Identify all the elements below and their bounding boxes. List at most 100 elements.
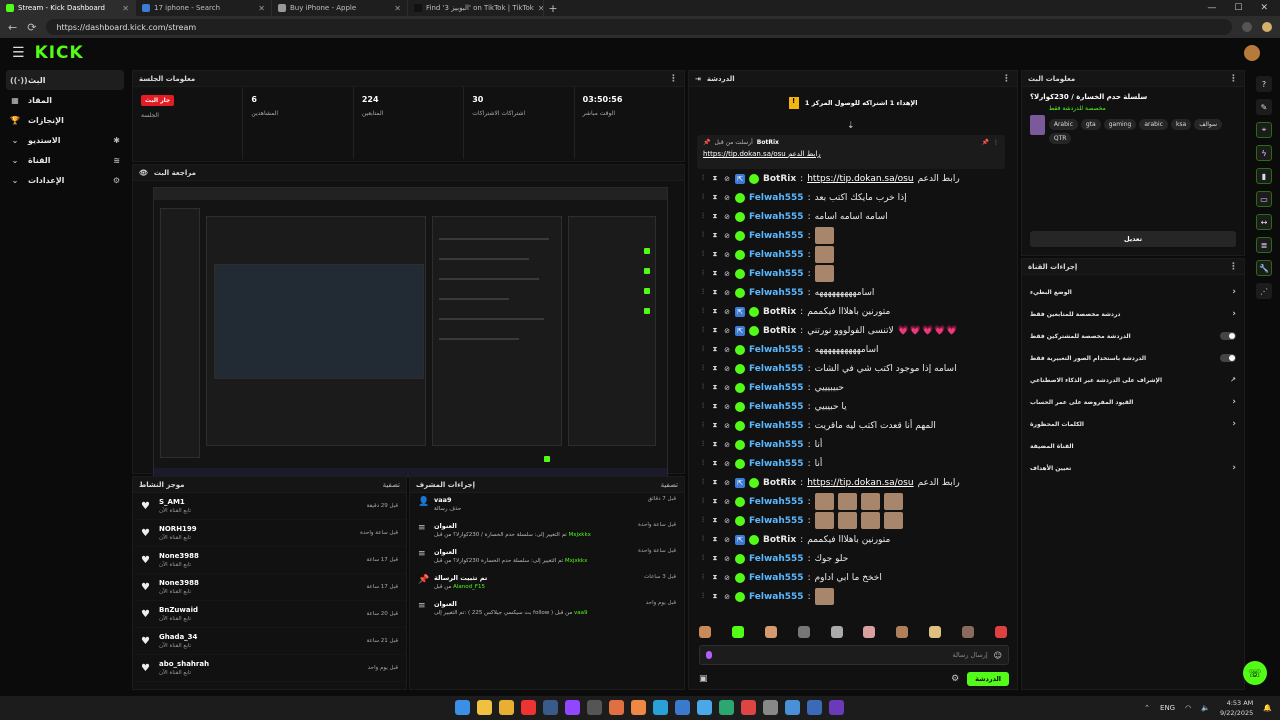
chat-message[interactable]: ⫶ ⧗ ⊘ Felwah555: حبيبيييي bbox=[689, 378, 1017, 397]
support-chat-button[interactable]: ☏ bbox=[1243, 661, 1267, 685]
channel-setting-row[interactable]: تعيين الأهداف › bbox=[1022, 457, 1244, 479]
app-icon[interactable] bbox=[719, 700, 734, 715]
twitch-icon[interactable] bbox=[565, 700, 580, 715]
emote-icon[interactable] bbox=[962, 626, 974, 638]
chat-options-icon[interactable]: ⋮ bbox=[1002, 74, 1011, 84]
chat-link[interactable]: https://tip.dokan.sa/osu bbox=[807, 478, 913, 488]
nav-item[interactable]: ⌄ الإعدادات ⚙ bbox=[0, 170, 130, 190]
timeout-icon[interactable]: ⧗ bbox=[711, 326, 719, 335]
activity-username[interactable]: S_AM1 bbox=[159, 498, 191, 506]
pencil-icon[interactable]: ✎ bbox=[1256, 99, 1272, 115]
raid-icon[interactable]: ↔ bbox=[1256, 214, 1272, 230]
kick-logo[interactable]: KICK bbox=[35, 43, 84, 63]
ban-icon[interactable]: ⊘ bbox=[723, 574, 731, 582]
app-icon[interactable] bbox=[741, 700, 756, 715]
activity-username[interactable]: abo_shahrah bbox=[159, 660, 209, 668]
chat-message[interactable]: ⫶ ⧗ ⊘ ⇱ BotRix: متورنين باهلااا فيكممم bbox=[689, 530, 1017, 549]
timeout-icon[interactable]: ⧗ bbox=[711, 231, 719, 240]
nav-item[interactable]: 🏆 الإنجازات bbox=[0, 110, 130, 130]
mod-pin-icon[interactable]: ⫶ bbox=[699, 193, 707, 202]
emote-icon[interactable] bbox=[994, 626, 1007, 638]
timeout-icon[interactable]: ⧗ bbox=[711, 250, 719, 259]
pinned-link[interactable]: https://tip.dokan.sa/osu bbox=[703, 150, 786, 158]
ban-icon[interactable]: ⊘ bbox=[723, 593, 731, 601]
chat-message[interactable]: ⫶ ⧗ ⊘ ⇱ BotRix: لاتنسى الفولووو نورتني 💗💗💗💗💗 bbox=[689, 321, 1017, 340]
microphone-icon[interactable] bbox=[706, 651, 712, 659]
user-avatar[interactable] bbox=[1244, 45, 1260, 61]
timeout-icon[interactable]: ⧗ bbox=[711, 269, 719, 278]
timeout-icon[interactable]: ⧗ bbox=[711, 440, 719, 449]
unpin-icon[interactable]: 📌 bbox=[982, 139, 989, 146]
stream-tag[interactable]: arabic bbox=[1139, 119, 1168, 130]
ban-icon[interactable]: ⊘ bbox=[723, 346, 731, 354]
timeout-icon[interactable]: ⧗ bbox=[711, 573, 719, 582]
chat-message[interactable]: ⫶ ⧗ ⊘ Felwah555: اسامههههههههههه bbox=[689, 340, 1017, 359]
mod-pin-icon[interactable]: ⫶ bbox=[699, 231, 707, 240]
collapse-icon[interactable]: ⇥ bbox=[695, 75, 701, 83]
app-icon[interactable] bbox=[807, 700, 822, 715]
app-icon[interactable] bbox=[675, 700, 690, 715]
mod-pin-icon[interactable]: ⫶ bbox=[699, 440, 707, 449]
ban-icon[interactable]: ⊘ bbox=[723, 213, 731, 221]
channel-setting-row[interactable]: الدردشة مخصصة للمشتركين فقط bbox=[1022, 325, 1244, 347]
chat-link[interactable]: https://tip.dokan.sa/osu bbox=[807, 174, 913, 184]
new-tab-button[interactable]: + bbox=[544, 2, 562, 15]
chevron-right-icon[interactable]: › bbox=[1232, 287, 1236, 297]
minimize-icon[interactable]: — bbox=[1207, 3, 1216, 13]
activity-username[interactable]: BnZuwaid bbox=[159, 606, 198, 614]
timeout-icon[interactable]: ⧗ bbox=[711, 193, 719, 202]
timeout-icon[interactable]: ⧗ bbox=[711, 212, 719, 221]
timeout-icon[interactable]: ⧗ bbox=[711, 383, 719, 392]
tab-close-icon[interactable]: ✕ bbox=[122, 4, 129, 13]
ban-icon[interactable]: ⊘ bbox=[723, 327, 731, 335]
stream-tag[interactable]: QTR bbox=[1048, 133, 1072, 144]
browser-tab[interactable]: Find 'البوبيز 3' on TikTok | TikTok ✕ bbox=[408, 0, 544, 16]
mod-action-user[interactable]: Mxjxkkx bbox=[569, 532, 591, 538]
edit-stream-info-button[interactable]: تعديل bbox=[1030, 231, 1236, 247]
chat-message[interactable]: ⫶ ⧗ ⊘ Felwah555: المهم أنا قعدت اكتب ليه ماق… bbox=[689, 416, 1017, 435]
chat-username[interactable]: Felwah555 bbox=[749, 212, 804, 222]
mod-pin-icon[interactable]: ⫶ bbox=[699, 554, 707, 563]
chat-username[interactable]: Felwah555 bbox=[749, 554, 804, 564]
clock[interactable]: 4:53 AM 9/22/2025 bbox=[1220, 698, 1253, 718]
chat-username[interactable]: Felwah555 bbox=[749, 421, 804, 431]
chrome-icon[interactable] bbox=[499, 700, 514, 715]
ban-icon[interactable]: ⊘ bbox=[723, 308, 731, 316]
mod-pin-icon[interactable]: ⫶ bbox=[699, 402, 707, 411]
channel-setting-row[interactable]: القيود المفروضة على عمر الحساب › bbox=[1022, 391, 1244, 413]
hamburger-menu-icon[interactable]: ☰ bbox=[12, 45, 25, 61]
chat-message[interactable]: ⫶ ⧗ ⊘ ⇱ BotRix: https://tip.dokan.sa/osu رابط … bbox=[689, 473, 1017, 492]
ban-icon[interactable]: ⊘ bbox=[723, 460, 731, 468]
youtube-icon[interactable] bbox=[521, 700, 536, 715]
chat-message[interactable]: ⫶ ⧗ ⊘ Felwah555: اسامه اسامه اسامه bbox=[689, 207, 1017, 226]
timeout-icon[interactable]: ⧗ bbox=[711, 535, 719, 544]
stream-video-preview[interactable] bbox=[153, 187, 668, 477]
tray-chevron-icon[interactable]: ⌃ bbox=[1144, 704, 1150, 712]
scroll-down-icon[interactable]: ⇣ bbox=[847, 121, 855, 131]
chat-username[interactable]: Felwah555 bbox=[749, 592, 804, 602]
browser-tab[interactable]: 17 iphone - Search ✕ bbox=[136, 0, 272, 16]
app-icon[interactable] bbox=[697, 700, 712, 715]
emoji-picker-icon[interactable]: ☺ bbox=[994, 651, 1002, 660]
chat-send-button[interactable]: الدردشة bbox=[967, 672, 1009, 686]
ban-icon[interactable]: ⊘ bbox=[723, 441, 731, 449]
chat-input[interactable]: إرسال رسالة ☺ bbox=[699, 645, 1009, 665]
mod-pin-icon[interactable]: ⫶ bbox=[699, 307, 707, 316]
back-icon[interactable]: ← bbox=[8, 21, 17, 34]
chat-username[interactable]: Felwah555 bbox=[749, 231, 804, 241]
ban-icon[interactable]: ⊘ bbox=[723, 403, 731, 411]
language-indicator[interactable]: ENG bbox=[1160, 704, 1175, 712]
browser-tab[interactable]: Stream - Kick Dashboard ✕ bbox=[0, 0, 136, 16]
chat-username[interactable]: Felwah555 bbox=[749, 250, 804, 260]
mod-pin-icon[interactable]: ⫶ bbox=[699, 288, 707, 297]
channel-setting-row[interactable]: دردشة مخصصة للمتابعين فقط › bbox=[1022, 303, 1244, 325]
settings-icon[interactable] bbox=[763, 700, 778, 715]
chat-message[interactable]: ⫶ ⧗ ⊘ Felwah555: bbox=[689, 492, 1017, 511]
chat-message[interactable]: ⫶ ⧗ ⊘ Felwah555: أنا bbox=[689, 435, 1017, 454]
ban-icon[interactable]: ⊘ bbox=[723, 517, 731, 525]
stream-tag[interactable]: ksa bbox=[1170, 119, 1192, 130]
ban-icon[interactable]: ⊘ bbox=[723, 270, 731, 278]
chat-username[interactable]: Felwah555 bbox=[749, 497, 804, 507]
stream-tag[interactable]: سوالف bbox=[1194, 119, 1223, 130]
timeout-icon[interactable]: ⧗ bbox=[711, 478, 719, 487]
